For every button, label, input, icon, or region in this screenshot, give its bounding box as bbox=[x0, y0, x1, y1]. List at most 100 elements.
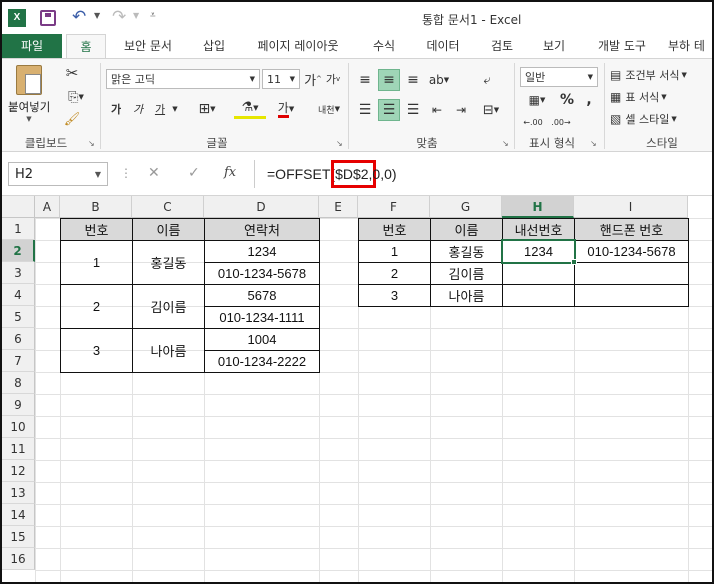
tab-load-test[interactable]: 부하 테 bbox=[668, 34, 712, 58]
row-header[interactable]: 9 bbox=[2, 394, 35, 416]
row-header[interactable]: 12 bbox=[2, 460, 35, 482]
table-cell-phone[interactable]: 010-1234-1111 bbox=[204, 306, 320, 329]
tab-protect[interactable]: 보안 문서 bbox=[114, 34, 182, 58]
row-header[interactable]: 10 bbox=[2, 416, 35, 438]
table-cell-extension[interactable] bbox=[502, 262, 575, 285]
clipboard-launcher-icon[interactable]: ↘ bbox=[88, 139, 95, 148]
name-box[interactable]: H2 ▼ bbox=[8, 162, 108, 186]
font-launcher-icon[interactable]: ↘ bbox=[336, 139, 343, 148]
column-header[interactable]: E bbox=[319, 196, 358, 218]
tab-view[interactable]: 보기 bbox=[534, 34, 574, 58]
row-header[interactable]: 8 bbox=[2, 372, 35, 394]
row-header[interactable]: 11 bbox=[2, 438, 35, 460]
increase-indent-icon[interactable]: ⇥ bbox=[450, 99, 472, 121]
underline-button[interactable]: 가 bbox=[150, 99, 170, 119]
increase-decimal-icon[interactable]: ←.00 bbox=[522, 113, 544, 131]
enter-icon[interactable]: ✓ bbox=[188, 165, 200, 181]
tab-data[interactable]: 데이터 bbox=[418, 34, 468, 58]
font-size-select[interactable]: 11 ▼ bbox=[262, 69, 300, 89]
table-cell-extension[interactable]: 1234 bbox=[204, 240, 320, 263]
tab-review[interactable]: 검토 bbox=[480, 34, 524, 58]
column-header[interactable]: H bbox=[502, 196, 574, 218]
table-cell-extension[interactable]: 1004 bbox=[204, 328, 320, 351]
table-cell-phone[interactable]: 010-1234-5678 bbox=[204, 262, 320, 285]
paste-button[interactable]: 붙여넣기 ▼ bbox=[8, 63, 50, 123]
underline-dropdown-icon[interactable]: ▼ bbox=[170, 99, 180, 119]
cancel-icon[interactable]: ✕ bbox=[148, 165, 160, 181]
number-launcher-icon[interactable]: ↘ bbox=[590, 139, 597, 148]
row-header[interactable]: 4 bbox=[2, 284, 35, 306]
align-left-icon[interactable]: ☰ bbox=[354, 99, 376, 121]
table-cell-phone[interactable] bbox=[574, 284, 689, 307]
column-header[interactable]: D bbox=[204, 196, 319, 218]
percent-button[interactable]: % bbox=[558, 89, 576, 111]
row-header[interactable]: 6 bbox=[2, 328, 35, 350]
table-cell-number[interactable]: 2 bbox=[60, 284, 133, 329]
table-cell-extension[interactable]: 1234 bbox=[502, 240, 575, 263]
undo-icon[interactable]: ↶ bbox=[72, 7, 86, 27]
italic-button[interactable]: 가 bbox=[128, 99, 148, 119]
table-cell-number[interactable]: 3 bbox=[358, 284, 431, 307]
table-cell-number[interactable]: 3 bbox=[60, 328, 133, 373]
tab-page-layout[interactable]: 페이지 레이아웃 bbox=[248, 34, 348, 58]
decrease-decimal-icon[interactable]: .00→ bbox=[550, 113, 572, 131]
bold-button[interactable]: 가 bbox=[106, 99, 126, 119]
borders-icon[interactable]: ⊞ ▼ bbox=[192, 99, 222, 119]
column-header[interactable]: B bbox=[60, 196, 132, 218]
format-painter-icon[interactable]: 🖌 bbox=[62, 109, 82, 129]
align-bottom-icon[interactable]: ≡ bbox=[402, 69, 424, 91]
align-right-icon[interactable]: ☰ bbox=[402, 99, 424, 121]
cell-styles-button[interactable]: ▧ 셀 스타일 ▼ bbox=[610, 109, 710, 129]
column-header[interactable]: A bbox=[35, 196, 60, 218]
align-top-icon[interactable]: ≡ bbox=[354, 69, 376, 91]
copy-icon[interactable]: ⎘ ▼ bbox=[62, 87, 90, 107]
table-cell-name[interactable]: 홍길동 bbox=[430, 240, 503, 263]
number-format-select[interactable]: 일반 ▼ bbox=[520, 67, 598, 87]
grow-font-button[interactable]: 가 ^ bbox=[304, 69, 322, 89]
tab-file[interactable]: 파일 bbox=[2, 34, 62, 58]
table-cell-phone[interactable]: 010-1234-2222 bbox=[204, 350, 320, 373]
row-header[interactable]: 3 bbox=[2, 262, 35, 284]
row-header[interactable]: 5 bbox=[2, 306, 35, 328]
font-name-select[interactable]: 맑은 고딕 ▼ bbox=[106, 69, 260, 89]
merge-center-icon[interactable]: ⊟ ▼ bbox=[476, 99, 506, 121]
customize-qat-icon[interactable]: ⩡ bbox=[150, 10, 156, 21]
tab-insert[interactable]: 삽입 bbox=[194, 34, 234, 58]
insert-function-icon[interactable]: fx bbox=[224, 165, 236, 180]
comma-button[interactable]: , bbox=[580, 89, 598, 111]
row-header[interactable]: 14 bbox=[2, 504, 35, 526]
align-launcher-icon[interactable]: ↘ bbox=[502, 139, 509, 148]
select-all-corner[interactable] bbox=[2, 196, 35, 218]
phonetic-button[interactable]: 내천 ▼ bbox=[314, 99, 344, 119]
format-as-table-button[interactable]: ▦ 표 서식 ▼ bbox=[610, 87, 710, 107]
table-cell-number[interactable]: 1 bbox=[358, 240, 431, 263]
column-header[interactable]: C bbox=[132, 196, 204, 218]
table-cell-name[interactable]: 나아름 bbox=[132, 328, 205, 373]
formula-input[interactable]: =OFFSET($D$2, 0,0) bbox=[254, 160, 710, 188]
save-icon[interactable] bbox=[40, 10, 56, 26]
row-header[interactable]: 15 bbox=[2, 526, 35, 548]
table-cell-name[interactable]: 김이름 bbox=[132, 284, 205, 329]
font-color-button[interactable]: 가 ▼ bbox=[272, 99, 300, 119]
column-header[interactable]: G bbox=[430, 196, 502, 218]
undo-dropdown-icon[interactable]: ▼ bbox=[94, 11, 100, 20]
align-middle-icon[interactable]: ≡ bbox=[378, 69, 400, 91]
table-cell-phone[interactable] bbox=[574, 262, 689, 285]
redo-dropdown-icon[interactable]: ▼ bbox=[133, 11, 139, 20]
row-header[interactable]: 2 bbox=[2, 240, 35, 262]
decrease-indent-icon[interactable]: ⇤ bbox=[426, 99, 448, 121]
tab-home[interactable]: 홈 bbox=[66, 34, 106, 59]
align-center-icon[interactable]: ☰ bbox=[378, 99, 400, 121]
row-header[interactable]: 7 bbox=[2, 350, 35, 372]
conditional-format-button[interactable]: ▤ 조건부 서식 ▼ bbox=[610, 65, 710, 85]
orientation-icon[interactable]: ab ▼ bbox=[426, 69, 452, 91]
shrink-font-button[interactable]: 가v bbox=[324, 69, 342, 89]
table-cell-extension[interactable] bbox=[502, 284, 575, 307]
fill-color-icon[interactable]: ⚗ ▼ bbox=[234, 99, 266, 119]
table-cell-name[interactable]: 나아름 bbox=[430, 284, 503, 307]
table-cell-number[interactable]: 1 bbox=[60, 240, 133, 285]
redo-icon[interactable]: ↷ bbox=[112, 7, 126, 27]
currency-icon[interactable]: ▦ ▼ bbox=[520, 89, 554, 111]
table-cell-phone[interactable]: 010-1234-5678 bbox=[574, 240, 689, 263]
column-header[interactable]: I bbox=[574, 196, 688, 218]
